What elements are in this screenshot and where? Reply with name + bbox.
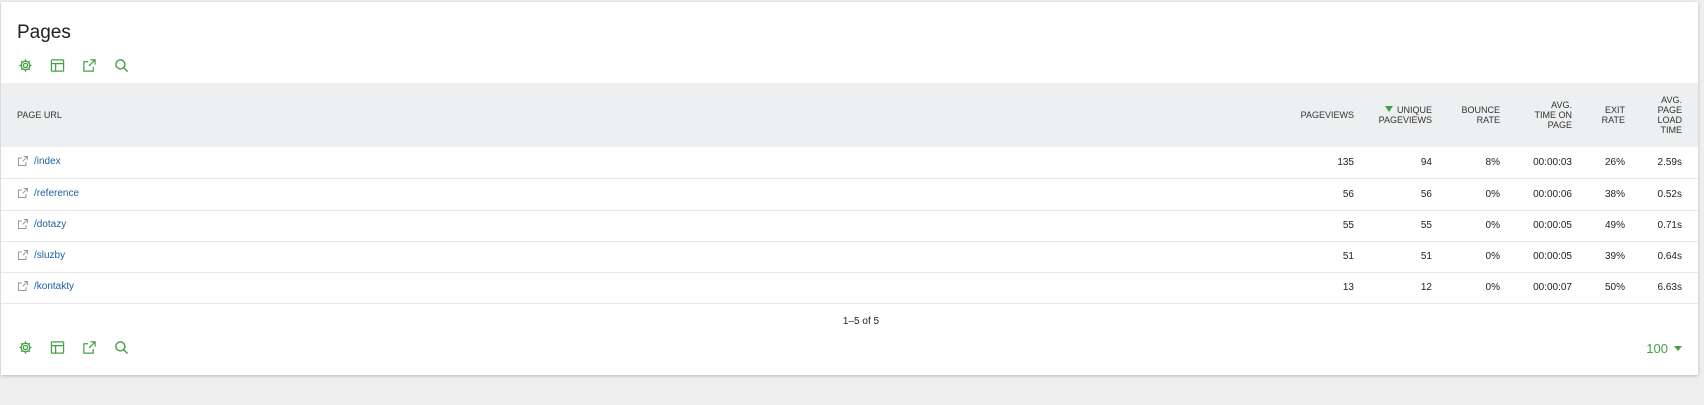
column-header-label: PAGE	[1657, 105, 1682, 115]
external-link-icon[interactable]	[17, 187, 29, 199]
avg-time-cell: 00:00:03	[1533, 157, 1572, 168]
bounce-rate-cell: 0%	[1485, 189, 1500, 200]
page-url-link[interactable]: /dotazy	[34, 219, 66, 230]
unique-pageviews-cell: 12	[1420, 282, 1432, 293]
avg-load-cell: 6.63s	[1657, 282, 1682, 293]
column-header-pageviews[interactable]: PAGEVIEWS	[1301, 110, 1354, 120]
export-icon[interactable]	[77, 53, 101, 77]
avg-time-cell: 00:00:05	[1533, 220, 1572, 231]
search-icon[interactable]	[109, 53, 133, 77]
unique-pageviews-cell: 51	[1420, 251, 1432, 262]
exit-rate-cell: 49%	[1604, 220, 1625, 231]
table-row[interactable]: /sluzby 51 51 0% 00:00:05 39% 0.64s	[1, 241, 1698, 273]
table-header: PAGE URL PAGEVIEWS UNIQUE PAGEVIEWS BOUN…	[1, 83, 1698, 147]
column-header-bounce-rate[interactable]: BOUNCE RATE	[1461, 105, 1500, 125]
table-row[interactable]: /dotazy 55 55 0% 00:00:05 49% 0.71s	[1, 210, 1698, 242]
table-row[interactable]: /reference 56 56 0% 00:00:06 38% 0.52s	[1, 179, 1698, 211]
page-url-link[interactable]: /index	[34, 156, 61, 167]
report-title: Pages	[17, 22, 71, 43]
external-link-icon[interactable]	[17, 280, 29, 292]
page-url-cell: /reference	[17, 187, 79, 199]
column-header-label: RATE	[1601, 115, 1625, 125]
pages-report-card: Pages PAGE URL PAGEVIEWS UNIQUE PAGEVIEW…	[1, 2, 1698, 375]
column-header-label: TIME	[1660, 125, 1683, 135]
pageviews-cell: 13	[1342, 282, 1354, 293]
avg-load-cell: 0.64s	[1657, 251, 1682, 262]
gear-icon[interactable]	[13, 335, 37, 359]
pageviews-cell: 56	[1342, 189, 1354, 200]
column-header-label: AVG.	[1661, 95, 1682, 105]
bounce-rate-cell: 8%	[1485, 157, 1500, 168]
column-header-label: PAGEVIEWS	[1300, 110, 1354, 120]
limit-selector[interactable]: 100	[1646, 341, 1682, 356]
avg-load-cell: 0.71s	[1657, 220, 1682, 231]
sort-desc-icon	[1384, 106, 1393, 112]
report-toolbar-bottom	[13, 335, 133, 359]
avg-time-cell: 00:00:06	[1533, 189, 1572, 200]
page-url-cell: /dotazy	[17, 218, 66, 230]
bounce-rate-cell: 0%	[1485, 220, 1500, 231]
column-header-label: LOAD	[1657, 115, 1682, 125]
avg-time-cell: 00:00:05	[1533, 251, 1572, 262]
exit-rate-cell: 26%	[1604, 157, 1625, 168]
table-icon[interactable]	[45, 53, 69, 77]
column-header-unique-pageviews[interactable]: UNIQUE PAGEVIEWS	[1379, 105, 1432, 125]
external-link-icon[interactable]	[17, 218, 29, 230]
bounce-rate-cell: 0%	[1485, 251, 1500, 262]
column-header-label: PAGE URL	[17, 110, 62, 120]
table-row[interactable]: /kontakty 13 12 0% 00:00:07 50% 6.63s	[1, 272, 1698, 304]
page-url-link[interactable]: /kontakty	[34, 281, 74, 292]
column-header-label: PAGE	[1547, 120, 1572, 130]
column-header-exit-rate[interactable]: EXIT RATE	[1602, 105, 1625, 125]
external-link-icon[interactable]	[17, 155, 29, 167]
page-url-cell: /sluzby	[17, 249, 65, 261]
column-header-label: EXIT	[1604, 105, 1625, 115]
page-url-cell: /kontakty	[17, 280, 74, 292]
column-header-label: PAGEVIEWS	[1378, 115, 1432, 125]
column-header-label: RATE	[1476, 115, 1500, 125]
search-icon[interactable]	[109, 335, 133, 359]
bounce-rate-cell: 0%	[1485, 282, 1500, 293]
avg-load-cell: 0.52s	[1657, 189, 1682, 200]
column-header-label: TIME ON	[1534, 110, 1573, 120]
exit-rate-cell: 38%	[1604, 189, 1625, 200]
unique-pageviews-cell: 55	[1420, 220, 1432, 231]
pageviews-cell: 51	[1342, 251, 1354, 262]
column-header-label: BOUNCE	[1461, 105, 1500, 115]
column-header-avg-time-on-page[interactable]: AVG. TIME ON PAGE	[1535, 100, 1573, 130]
avg-time-cell: 00:00:07	[1533, 282, 1572, 293]
column-header-label: AVG.	[1551, 100, 1572, 110]
column-header-label: UNIQUE	[1396, 105, 1432, 115]
column-header-avg-page-load-time[interactable]: AVG. PAGE LOAD TIME	[1657, 95, 1682, 135]
exit-rate-cell: 39%	[1604, 251, 1625, 262]
limit-value: 100	[1646, 341, 1668, 356]
column-header-page-url[interactable]: PAGE URL	[17, 110, 62, 120]
gear-icon[interactable]	[13, 53, 37, 77]
report-toolbar-top	[13, 53, 133, 77]
unique-pageviews-cell: 94	[1420, 157, 1432, 168]
page-url-cell: /index	[17, 155, 61, 167]
exit-rate-cell: 50%	[1604, 282, 1625, 293]
external-link-icon[interactable]	[17, 249, 29, 261]
export-icon[interactable]	[77, 335, 101, 359]
pageviews-cell: 55	[1342, 220, 1354, 231]
pagination-info: 1–5 of 5	[842, 316, 880, 327]
caret-down-icon	[1674, 346, 1682, 351]
page-url-link[interactable]: /reference	[34, 188, 79, 199]
avg-load-cell: 2.59s	[1657, 157, 1682, 168]
table-icon[interactable]	[45, 335, 69, 359]
page-url-link[interactable]: /sluzby	[34, 250, 65, 261]
unique-pageviews-cell: 56	[1420, 189, 1432, 200]
table-row[interactable]: /index 135 94 8% 00:00:03 26% 2.59s	[1, 147, 1698, 179]
pageviews-cell: 135	[1337, 157, 1354, 168]
